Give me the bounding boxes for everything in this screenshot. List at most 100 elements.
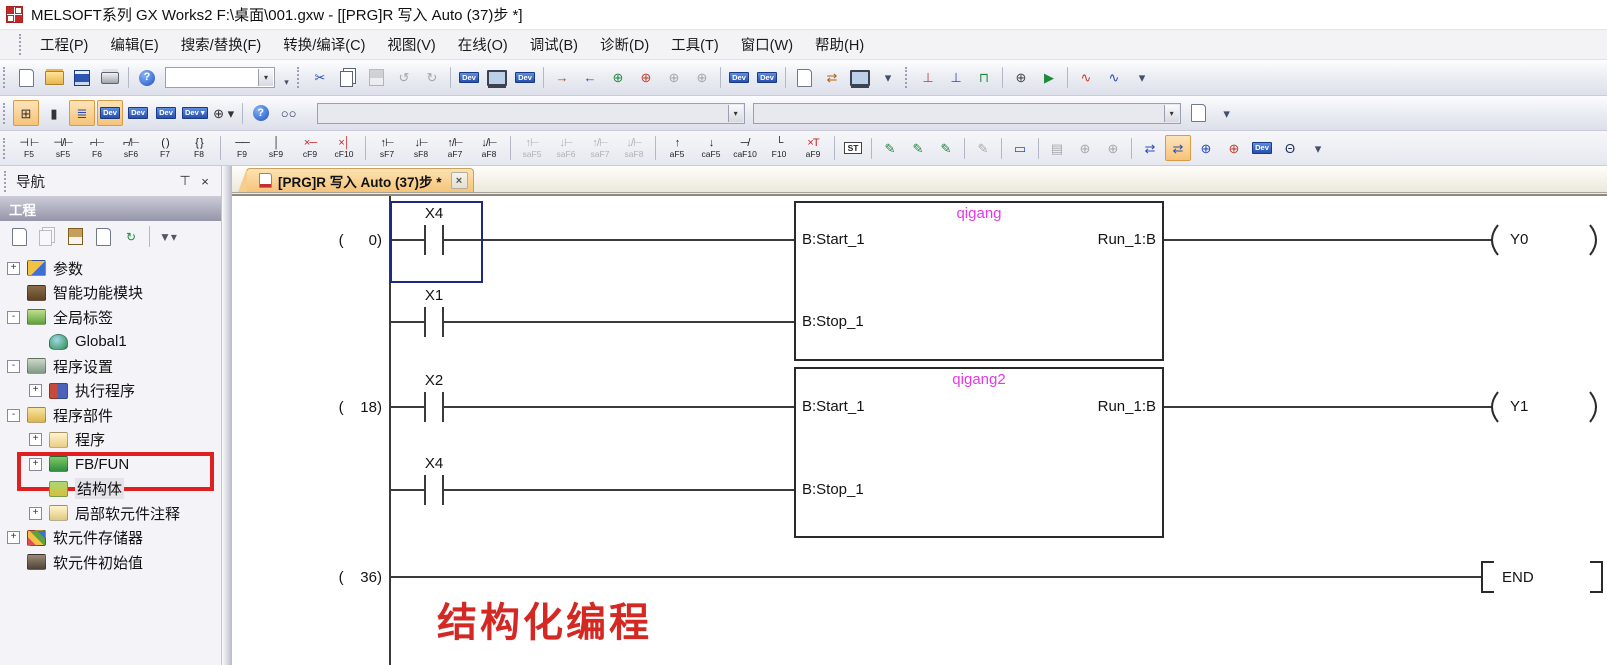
transfer-setup2-icon[interactable]: ← (577, 65, 603, 91)
monitor-stop-icon[interactable]: ⊥ (943, 65, 969, 91)
statement-icon[interactable]: ▤ (1044, 135, 1070, 161)
tree-item-device-memory[interactable]: + 软元件存储器 (0, 526, 221, 551)
combo-caret-icon[interactable]: ▾ (258, 69, 273, 86)
edit-contact-icon[interactable]: ✎ (905, 135, 931, 161)
tree-item-intelligent-module[interactable]: 智能功能模块 (0, 281, 221, 306)
line-branch-icon[interactable]: └ F10 (762, 133, 796, 164)
menu-item[interactable]: 帮助(H) (804, 30, 875, 59)
paste-icon[interactable] (363, 65, 389, 91)
pulse-fall-close-branch-icon[interactable]: ↓/⊢ saF8 (617, 133, 651, 164)
coil-label-y1[interactable]: Y1 (1510, 398, 1528, 415)
close-contact-icon[interactable]: ⊣/⊢ sF5 (46, 133, 80, 164)
save-icon[interactable] (69, 65, 95, 91)
refresh-icon[interactable]: ↻ (118, 224, 144, 250)
pulse-close-branch-icon[interactable]: ↑/⊢ saF7 (583, 133, 617, 164)
navigation-window-icon[interactable]: ⊞ (13, 100, 39, 126)
panel-drag-handle[interactable] (4, 171, 8, 192)
pin-icon[interactable]: ⊤ (175, 171, 195, 191)
contact-label-x4[interactable]: X4 (404, 205, 464, 222)
wire-edit-icon[interactable]: ⇄ (1137, 135, 1163, 161)
wire-edit-selected-icon[interactable]: ⇄ (1165, 135, 1191, 161)
fb-output-run[interactable]: Run_1:B (1026, 231, 1156, 248)
find-contact-icon[interactable]: ⊕ (1193, 135, 1219, 161)
module-config-icon[interactable]: ▮ (41, 100, 67, 126)
expander-icon[interactable]: + (29, 458, 42, 471)
read-from-plc-icon[interactable] (484, 65, 510, 91)
help-icon[interactable]: ? (248, 100, 274, 126)
expander-icon[interactable]: + (7, 531, 20, 544)
open-icon[interactable] (41, 65, 67, 91)
copy-icon[interactable] (335, 65, 361, 91)
device-structure-icon[interactable]: Dev (153, 100, 179, 126)
menu-item[interactable]: 在线(O) (447, 30, 519, 59)
toolbar-overflow-icon[interactable]: ▾ (1129, 65, 1155, 91)
document-search-icon[interactable] (1186, 100, 1212, 126)
contact-label-x1[interactable]: X1 (404, 287, 464, 304)
close-icon[interactable]: × (195, 171, 215, 191)
monitor-start-icon[interactable]: ⊥ (915, 65, 941, 91)
undo-icon[interactable]: ↺ (391, 65, 417, 91)
inline-comment-icon[interactable]: ▭ (1007, 135, 1033, 161)
combo-caret-icon[interactable]: ▾ (1164, 105, 1179, 122)
menu-item[interactable]: 工具(T) (660, 30, 730, 59)
delete-horizontal-line-icon[interactable]: ×─ cF9 (293, 133, 327, 164)
combo-caret-icon[interactable]: ▾ (728, 105, 743, 122)
menu-item[interactable]: 工程(P) (29, 30, 99, 59)
vertical-line-icon[interactable]: │ sF9 (259, 133, 293, 164)
fb-input-stop[interactable]: B:Stop_1 (802, 313, 864, 330)
trend-graph2-icon[interactable]: ∿ (1101, 65, 1127, 91)
ladder-canvas[interactable]: ( 0) X4 X1 qigang B:Start_1 B:Stop_1 Run… (232, 196, 1607, 665)
fb-input-stop2[interactable]: B:Stop_1 (802, 481, 864, 498)
pulse-contact-icon[interactable]: ↑⊢ sF7 (370, 133, 404, 164)
device-find-4-icon[interactable]: ⊕ (689, 65, 715, 91)
tree-item-parameter[interactable]: + 参数 (0, 256, 221, 281)
pc-monitor-icon[interactable] (847, 65, 873, 91)
note-icon[interactable]: ⊕ (1072, 135, 1098, 161)
device-find-3-icon[interactable]: ⊕ (661, 65, 687, 91)
verify-with-plc-icon[interactable]: Dev (512, 65, 538, 91)
tree-item-execution-program[interactable]: + 执行程序 (0, 379, 221, 404)
close-branch-icon[interactable]: ⌐/⊢ sF6 (114, 133, 148, 164)
tree-item-device-initial-value[interactable]: 软元件初始值 (0, 550, 221, 575)
tab-prg-auto[interactable]: [PRG]R 写入 Auto (37)步 * × (246, 168, 474, 192)
cut-icon[interactable]: ✂ (307, 65, 333, 91)
copy-icon[interactable] (34, 224, 60, 250)
fb-title-qigang[interactable]: qigang (879, 205, 1079, 222)
device-find-green-icon[interactable]: ⊕ (605, 65, 631, 91)
tree-item-program-parts[interactable]: - 程序部件 (0, 403, 221, 428)
help-icon[interactable]: ? (134, 65, 160, 91)
cross-reference-icon[interactable]: ○○ (276, 100, 302, 126)
fb-input-start2[interactable]: B:Start_1 (802, 398, 865, 415)
expander-icon[interactable]: - (7, 409, 20, 422)
menu-item[interactable]: 转换/编译(C) (272, 30, 376, 59)
delete-tx-icon[interactable]: ×T aF9 (796, 133, 830, 164)
horizontal-line-icon[interactable]: ── F9 (225, 133, 259, 164)
new-data-icon[interactable] (6, 224, 32, 250)
pulse-fall-branch-icon[interactable]: ↓⊢ saF6 (549, 133, 583, 164)
device-search-icon[interactable]: Dev (1249, 135, 1275, 161)
device-test-icon[interactable]: ▶ (1036, 65, 1062, 91)
device-list-icon[interactable]: Dev (125, 100, 151, 126)
toolbar-overflow-icon[interactable]: ▾ (875, 65, 901, 91)
project-data-combo[interactable]: ▾ (165, 67, 275, 88)
open-branch-icon[interactable]: ⌐⊢ F6 (80, 133, 114, 164)
open-contact-icon[interactable]: ⊣ ⊢ F5 (12, 133, 46, 164)
toolbar-overflow-icon[interactable]: ▾ (1305, 135, 1331, 161)
coil-label-y0[interactable]: Y0 (1510, 231, 1528, 248)
delete-vertical-line-icon[interactable]: ×│ cF10 (327, 133, 361, 164)
panel-splitter[interactable] (222, 166, 232, 665)
pulse-fall-contact-icon[interactable]: ↓⊢ sF8 (404, 133, 438, 164)
print-icon[interactable] (97, 65, 123, 91)
menu-item[interactable]: 诊断(D) (589, 30, 660, 59)
expander-icon[interactable]: - (7, 311, 20, 324)
trend-graph-icon[interactable]: ∿ (1073, 65, 1099, 91)
tree-item-program[interactable]: + 程序 (0, 428, 221, 453)
menu-item[interactable]: 视图(V) (376, 30, 446, 59)
toolbar-overflow-icon[interactable]: ▾ (279, 65, 294, 91)
note2-icon[interactable]: ⊕ (1100, 135, 1126, 161)
menu-item[interactable]: 窗口(W) (730, 30, 804, 59)
fb-input-start[interactable]: B:Start_1 (802, 231, 865, 248)
find-coil-icon[interactable]: ⊕ (1221, 135, 1247, 161)
write-to-plc-icon[interactable]: Dev (456, 65, 482, 91)
expander-icon[interactable]: + (7, 262, 20, 275)
